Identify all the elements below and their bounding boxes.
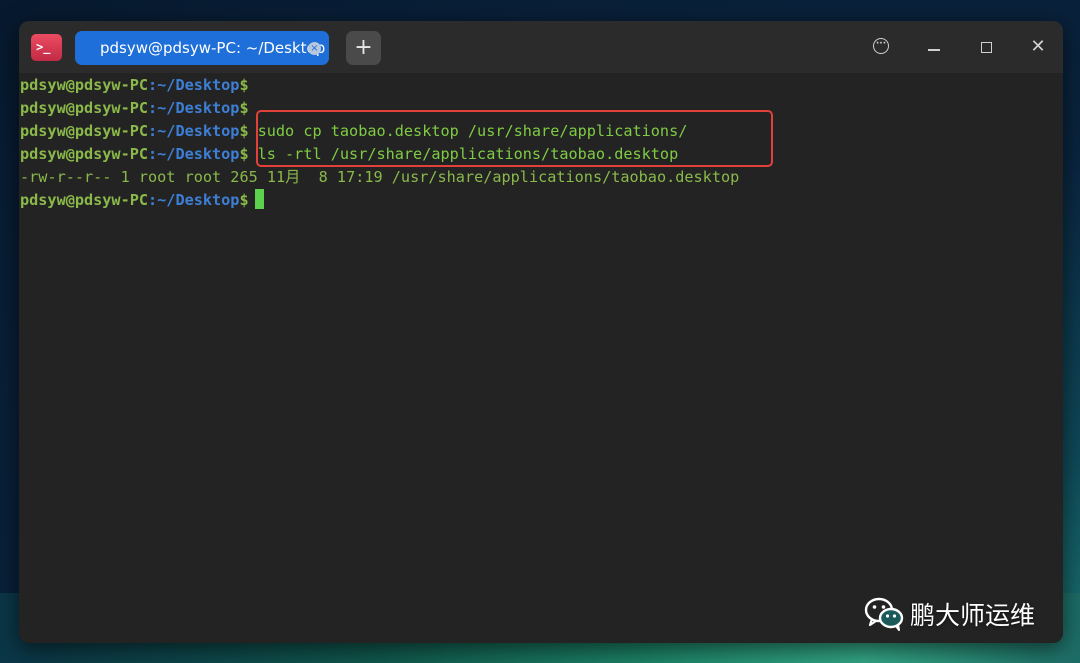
watermark-text: 鹏大师运维 <box>910 601 1036 630</box>
prompt-user: pdsyw@pdsyw-PC <box>20 145 149 163</box>
maximize-icon[interactable] <box>974 35 998 59</box>
prompt-user: pdsyw@pdsyw-PC <box>20 99 149 117</box>
prompt-symbol: $ <box>239 122 249 140</box>
terminal-output[interactable]: pdsyw@pdsyw-PC:~/Desktop$ pdsyw@pdsyw-PC… <box>19 73 1063 643</box>
maximize-square <box>980 42 992 53</box>
more-dots: ··· <box>873 38 889 54</box>
terminal-line: pdsyw@pdsyw-PC:~/Desktop$ <box>20 74 249 97</box>
prompt-user: pdsyw@pdsyw-PC <box>20 122 149 140</box>
command-output: -rw-r--r-- 1 root root 265 11月 8 17:19 /… <box>20 168 740 186</box>
prompt-symbol: $ <box>239 99 249 117</box>
prompt-path: :~/Desktop <box>148 145 240 163</box>
prompt-symbol: $ <box>239 191 249 209</box>
highlight-annotation <box>256 110 773 167</box>
new-tab-button[interactable]: + <box>346 31 381 65</box>
wechat-icon <box>864 597 904 631</box>
tab-desktop[interactable]: pdsyw@pdsyw-PC: ~/Desktop × <box>75 31 329 65</box>
terminal-app-icon[interactable]: >_ <box>31 34 62 61</box>
terminal-line: pdsyw@pdsyw-PC:~/Desktop$ <box>20 97 249 120</box>
prompt-user: pdsyw@pdsyw-PC <box>20 76 149 94</box>
text-cursor <box>254 189 264 209</box>
prompt-path: :~/Desktop <box>148 191 240 209</box>
tab-title: pdsyw@pdsyw-PC: ~/Desktop <box>100 39 326 57</box>
prompt-path: :~/Desktop <box>148 122 240 140</box>
prompt-symbol: $ <box>239 145 249 163</box>
prompt-path: :~/Desktop <box>148 76 240 94</box>
tab-close-icon[interactable]: × <box>308 42 321 55</box>
terminal-window: >_ pdsyw@pdsyw-PC: ~/Desktop × + ··· ✕ p… <box>19 21 1063 643</box>
terminal-line: pdsyw@pdsyw-PC:~/Desktop$ <box>20 189 264 212</box>
minimize-icon[interactable] <box>922 35 946 59</box>
close-icon[interactable]: ✕ <box>1026 35 1050 59</box>
prompt-symbol: $ <box>239 76 249 94</box>
minimize-bar <box>928 49 940 51</box>
title-bar: >_ pdsyw@pdsyw-PC: ~/Desktop × + ··· ✕ <box>19 21 1063 73</box>
more-icon[interactable]: ··· <box>869 35 893 59</box>
prompt-path: :~/Desktop <box>148 99 240 117</box>
prompt-user: pdsyw@pdsyw-PC <box>20 191 149 209</box>
watermark: 鹏大师运维 <box>864 596 1035 632</box>
